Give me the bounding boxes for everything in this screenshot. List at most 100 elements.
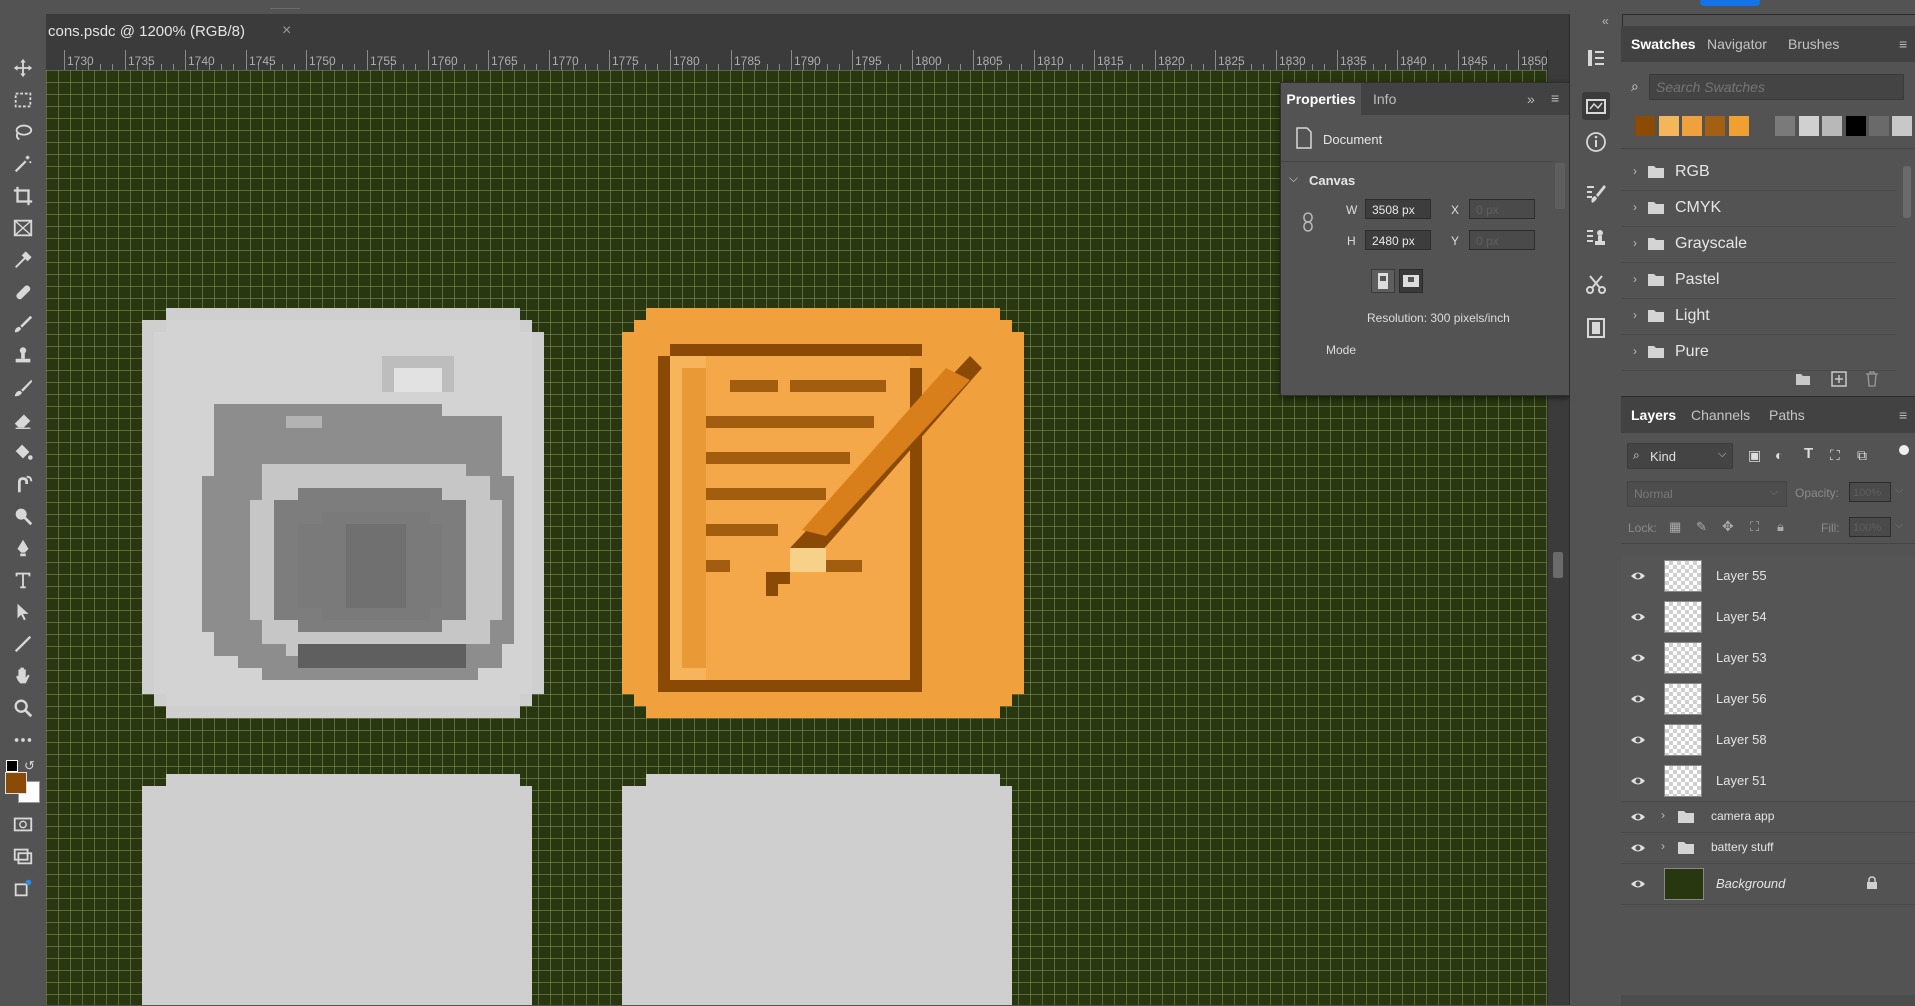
chevron-right-icon[interactable]: ›: [1633, 236, 1637, 250]
panel-menu-icon[interactable]: ≡: [1899, 397, 1907, 433]
visibility-eye-icon[interactable]: [1630, 569, 1646, 583]
history-panel-icon[interactable]: [1582, 44, 1610, 72]
swatch-group-cmyk[interactable]: › CMYK: [1621, 190, 1896, 227]
marquee-tool-icon[interactable]: [8, 86, 38, 114]
layer-row-background[interactable]: Background: [1621, 863, 1915, 905]
tab-swatches[interactable]: Swatches: [1631, 26, 1696, 62]
tool-presets-icon[interactable]: [1582, 270, 1610, 298]
layer-row-layer-53[interactable]: Layer 53: [1621, 637, 1915, 679]
chevron-right-icon[interactable]: ›: [1661, 839, 1665, 853]
color-swatch[interactable]: [1869, 116, 1889, 136]
brush-tool-icon[interactable]: [8, 310, 38, 338]
visibility-eye-icon[interactable]: [1630, 877, 1646, 891]
pen-tool-icon[interactable]: [8, 534, 38, 562]
layer-row-camera-app[interactable]: › camera app: [1621, 801, 1915, 833]
layer-row-layer-51[interactable]: Layer 51: [1621, 760, 1915, 802]
magic-wand-tool-icon[interactable]: [8, 150, 38, 178]
filter-toggle-icon[interactable]: [1899, 445, 1909, 455]
path-selection-tool-icon[interactable]: [8, 598, 38, 626]
fill-field[interactable]: 100%: [1849, 517, 1891, 537]
type-tool-icon[interactable]: [8, 566, 38, 594]
quick-mask-icon[interactable]: [8, 810, 38, 838]
layer-row-layer-54[interactable]: Layer 54: [1621, 596, 1915, 638]
color-swatch[interactable]: [1752, 116, 1772, 136]
dodge-tool-icon[interactable]: [8, 502, 38, 530]
color-swatch[interactable]: [1659, 116, 1679, 136]
document-tab[interactable]: cons.psdc @ 1200% (RGB/8) ×: [46, 14, 1569, 51]
search-swatches-input[interactable]: [1649, 74, 1904, 100]
width-field[interactable]: 3508 px: [1365, 199, 1431, 219]
filter-type-icon[interactable]: T: [1804, 445, 1813, 462]
lock-all-icon[interactable]: 🔒︎: [1777, 519, 1784, 535]
swatches-scrollbar[interactable]: [1903, 166, 1911, 218]
color-swatch[interactable]: [1822, 116, 1842, 136]
expand-panels-icon[interactable]: «: [1602, 14, 1609, 28]
color-swatch[interactable]: [1775, 116, 1795, 136]
visibility-eye-icon[interactable]: [1630, 651, 1646, 665]
link-dimensions-icon[interactable]: [1301, 211, 1315, 233]
chevron-right-icon[interactable]: ›: [1633, 344, 1637, 358]
line-tool-icon[interactable]: [8, 630, 38, 658]
color-swatch[interactable]: [1892, 116, 1912, 136]
lasso-tool-icon[interactable]: [8, 118, 38, 146]
delete-swatch-icon[interactable]: [1865, 371, 1879, 387]
eyedropper-tool-icon[interactable]: [8, 246, 38, 274]
visibility-eye-icon[interactable]: [1630, 733, 1646, 747]
default-colors-icon[interactable]: [6, 760, 18, 772]
y-field[interactable]: 0 px: [1469, 230, 1535, 250]
tab-navigator[interactable]: Navigator: [1707, 26, 1767, 62]
share-button[interactable]: [1700, 0, 1760, 6]
color-swatch[interactable]: [1682, 116, 1702, 136]
chevron-right-icon[interactable]: ›: [1661, 808, 1665, 822]
visibility-eye-icon[interactable]: [1630, 610, 1646, 624]
layer-row-battery-stuff[interactable]: › battery stuff: [1621, 832, 1915, 864]
color-swatch[interactable]: [1846, 116, 1866, 136]
chevron-down-icon[interactable]: ⌵: [1289, 171, 1298, 186]
more-tools-icon[interactable]: [8, 726, 38, 754]
swatch-group-light[interactable]: › Light: [1621, 298, 1896, 335]
panel-menu-icon[interactable]: ≡: [1899, 26, 1907, 62]
chevron-down-icon[interactable]: ⌵: [1895, 519, 1903, 532]
foreground-color-swatch[interactable]: [5, 772, 27, 794]
lock-position-icon[interactable]: ✥: [1722, 518, 1734, 535]
filter-pixel-icon[interactable]: ▣: [1748, 447, 1761, 464]
opacity-field[interactable]: 100%: [1849, 482, 1891, 502]
panel-menu-icon[interactable]: ≡: [1551, 90, 1559, 106]
tab-brushes[interactable]: Brushes: [1788, 26, 1839, 62]
info-panel-icon[interactable]: [1582, 128, 1610, 156]
properties-scrollbar[interactable]: [1555, 163, 1565, 209]
tab-channels[interactable]: Channels: [1691, 397, 1750, 433]
lock-pixels-icon[interactable]: ✎: [1696, 519, 1707, 535]
color-swatch[interactable]: [1635, 116, 1655, 136]
chevron-right-icon[interactable]: ›: [1633, 164, 1637, 178]
layer-row-layer-55[interactable]: Layer 55: [1621, 555, 1915, 597]
visibility-eye-icon[interactable]: [1630, 774, 1646, 788]
color-swatch[interactable]: [1799, 116, 1819, 136]
swatch-group-rgb[interactable]: › RGB: [1621, 154, 1896, 191]
chevron-right-icon[interactable]: ›: [1633, 272, 1637, 286]
lock-transparent-icon[interactable]: ▦: [1669, 519, 1681, 535]
blend-mode-select[interactable]: Normal ⌵: [1627, 481, 1787, 507]
tab-properties[interactable]: Properties: [1281, 83, 1361, 115]
chevron-right-icon[interactable]: ›: [1633, 200, 1637, 214]
move-tool-icon[interactable]: [8, 54, 38, 82]
tab-paths[interactable]: Paths: [1769, 397, 1805, 433]
filter-adjustment-icon[interactable]: ◐: [1775, 447, 1783, 463]
x-field[interactable]: 0 px: [1469, 199, 1535, 219]
visibility-eye-icon[interactable]: [1630, 692, 1646, 706]
lock-icon[interactable]: [1866, 876, 1878, 890]
edit-toolbar-icon[interactable]: [8, 874, 38, 902]
layer-row-layer-56[interactable]: Layer 56: [1621, 678, 1915, 720]
scrollbar-thumb[interactable]: [1553, 552, 1563, 578]
tab-info[interactable]: Info: [1373, 83, 1396, 115]
paint-bucket-tool-icon[interactable]: [8, 438, 38, 466]
screen-mode-icon[interactable]: [8, 842, 38, 870]
color-swatch[interactable]: [1729, 116, 1749, 136]
clone-source-icon[interactable]: [1582, 224, 1610, 252]
clone-stamp-tool-icon[interactable]: [8, 342, 38, 370]
height-field[interactable]: 2480 px: [1365, 230, 1431, 250]
filter-shape-icon[interactable]: ⛶: [1830, 447, 1840, 464]
new-swatch-icon[interactable]: [1831, 371, 1847, 387]
zoom-tool-icon[interactable]: [8, 694, 38, 722]
close-document-icon[interactable]: ×: [282, 22, 291, 40]
